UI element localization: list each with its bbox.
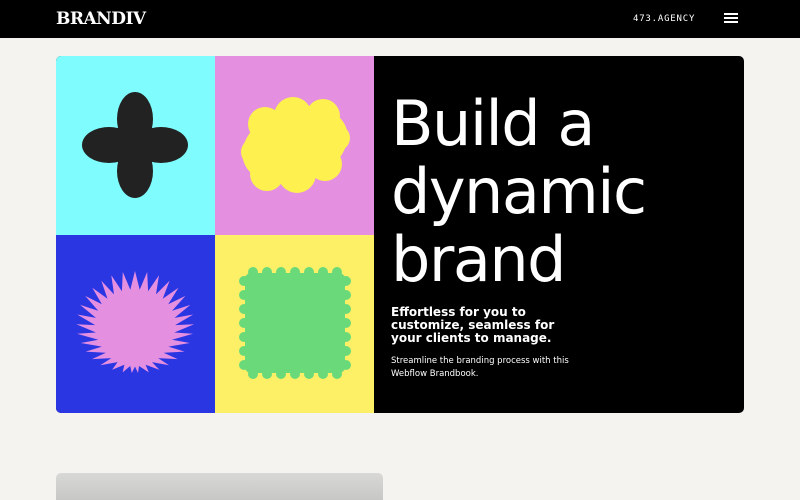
brand-logo[interactable]: BRANDIV <box>56 10 146 28</box>
hero-description: Streamline the branding process with thi… <box>391 356 569 379</box>
hero-text-panel: Build a dynamic brand Effortless for you… <box>391 90 731 381</box>
wavy-oval-icon <box>241 97 350 193</box>
starburst-icon <box>76 271 195 373</box>
wavy-square-icon <box>239 267 351 379</box>
hero-subheadline: Effortless for you to customize, seamles… <box>391 305 555 345</box>
wavy-square-tile <box>215 235 374 413</box>
top-navigation-bar: BRANDIV 473.AGENCY <box>0 0 800 38</box>
agency-link[interactable]: 473.AGENCY <box>633 13 695 25</box>
hamburger-menu-icon[interactable] <box>724 12 738 24</box>
hero-banner: Build a dynamic brand Effortless for you… <box>56 56 744 413</box>
clover-icon <box>82 92 188 198</box>
clover-tile <box>56 56 215 235</box>
hero-headline: Build a dynamic brand <box>391 87 647 296</box>
wavy-oval-tile <box>215 56 374 235</box>
preview-image <box>56 473 383 500</box>
starburst-tile <box>56 235 215 413</box>
